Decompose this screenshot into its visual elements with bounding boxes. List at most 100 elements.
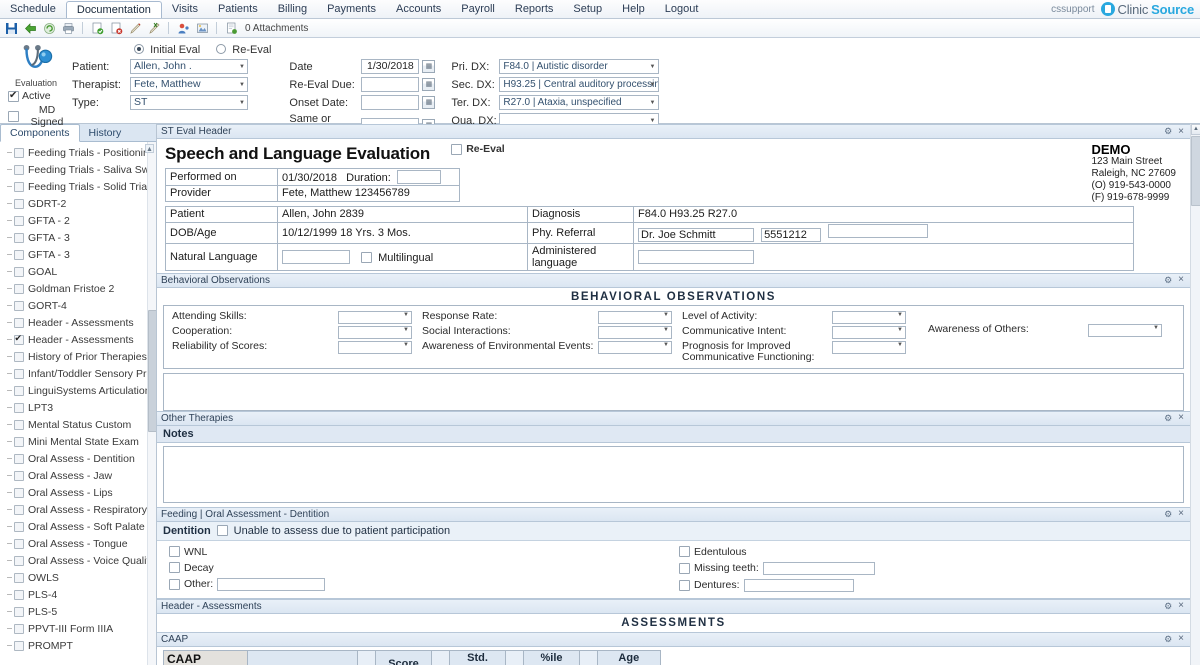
calendar-icon-date[interactable]: ▦: [422, 60, 436, 73]
missing-teeth-input[interactable]: [762, 561, 875, 575]
sidebar-item[interactable]: Mini Mental State Exam: [0, 433, 156, 450]
sidebar-item-checkbox[interactable]: [14, 436, 24, 447]
sidebar-item[interactable]: Header - Assessments: [0, 314, 156, 331]
document-scrollbar-thumb[interactable]: [1191, 136, 1200, 206]
sidebar-item-checkbox[interactable]: [14, 333, 24, 345]
menu-item-payments[interactable]: Payments: [317, 0, 386, 18]
image-icon[interactable]: [195, 21, 209, 35]
sidebar-item-checkbox[interactable]: [14, 147, 24, 158]
sidebar-item[interactable]: Oral Assess - Dentition: [0, 450, 156, 467]
sidebar-item-checkbox[interactable]: [14, 266, 24, 277]
patient-select[interactable]: Allen, John .: [130, 59, 248, 74]
type-select[interactable]: ST: [130, 95, 248, 110]
decay-checkbox[interactable]: [169, 562, 180, 573]
sidebar-item-checkbox[interactable]: [14, 215, 24, 226]
natural-language-input[interactable]: [282, 249, 350, 264]
administered-language-input[interactable]: [638, 249, 754, 264]
sidebar-item-checkbox[interactable]: [14, 589, 24, 600]
active-checkbox-row[interactable]: Active: [0, 90, 72, 102]
close-icon[interactable]: ×: [1178, 509, 1184, 519]
sign-icon[interactable]: [128, 21, 142, 35]
active-checkbox[interactable]: [8, 90, 19, 102]
sidebar-item[interactable]: Oral Assess - Voice Quality: [0, 552, 156, 569]
sidebar-item[interactable]: Oral Assess - Jaw: [0, 467, 156, 484]
print-icon[interactable]: [61, 21, 75, 35]
attachment-icon[interactable]: [224, 21, 238, 35]
sidebar-item[interactable]: Header - Assessments: [0, 331, 156, 348]
bo-attending-skills-select[interactable]: [338, 310, 412, 324]
sidebar-item[interactable]: PPVT-III Form IIIA: [0, 620, 156, 637]
sidebar-item[interactable]: Oral Assess - Lips: [0, 484, 156, 501]
sidebar-item-checkbox[interactable]: [14, 623, 24, 634]
ter-dx-select[interactable]: R27.0 | Ataxia, unspecified: [499, 95, 660, 110]
bo-reliability-select[interactable]: [338, 340, 412, 354]
undo-icon[interactable]: [42, 21, 56, 35]
delete-document-icon[interactable]: [109, 21, 123, 35]
sidebar-item-checkbox[interactable]: [14, 555, 24, 566]
menu-item-help[interactable]: Help: [612, 0, 655, 18]
sidebar-item-checkbox[interactable]: [14, 470, 24, 481]
sidebar-item[interactable]: PROMPT: [0, 637, 156, 654]
bo-level-activity-select[interactable]: [832, 310, 906, 324]
sidebar-scrollbar-thumb[interactable]: [148, 310, 156, 432]
md-signed-checkbox-row[interactable]: MD Signed: [0, 104, 72, 128]
sidebar-item-checkbox[interactable]: [14, 385, 24, 396]
phy-referral-extra-input[interactable]: [828, 223, 929, 238]
bo-prognosis-select[interactable]: [832, 340, 906, 354]
sidebar-item[interactable]: Feeding Trials - Saliva Swa: [0, 161, 156, 178]
sec-dx-select[interactable]: H93.25 | Central auditory processing d: [499, 77, 660, 92]
wnl-checkbox[interactable]: [169, 546, 180, 557]
sidebar-item-checkbox[interactable]: [14, 504, 24, 515]
gear-icon[interactable]: ⚙: [1164, 601, 1172, 611]
sidebar-item-checkbox[interactable]: [14, 402, 24, 413]
tab-history[interactable]: History: [80, 124, 131, 141]
dentures-checkbox[interactable]: [679, 579, 690, 591]
sidebar-item-checkbox[interactable]: [14, 487, 24, 498]
sidebar-item[interactable]: OWLS: [0, 569, 156, 586]
sidebar-item[interactable]: GDRT-2: [0, 195, 156, 212]
close-icon[interactable]: ×: [1178, 601, 1184, 611]
onset-date-input[interactable]: [361, 95, 420, 110]
save-icon[interactable]: [4, 21, 18, 35]
sidebar-item-checkbox[interactable]: [14, 572, 24, 583]
sidebar-item-checkbox[interactable]: [14, 232, 24, 243]
menu-item-patients[interactable]: Patients: [208, 0, 268, 18]
initial-eval-radio-option[interactable]: Initial Eval: [134, 44, 200, 56]
other-input[interactable]: [217, 577, 326, 591]
unable-to-assess-checkbox[interactable]: [216, 525, 228, 536]
gear-icon[interactable]: ⚙: [1164, 127, 1172, 136]
re-eval-radio[interactable]: [216, 44, 227, 54]
sidebar-item-checkbox[interactable]: [14, 538, 24, 549]
missing-teeth-checkbox[interactable]: [679, 562, 690, 574]
sidebar-item[interactable]: GFTA - 2: [0, 212, 156, 229]
re-eval-radio-option[interactable]: Re-Eval: [216, 44, 271, 56]
menu-item-reports[interactable]: Reports: [505, 0, 564, 18]
gear-icon[interactable]: ⚙: [1164, 509, 1172, 519]
close-icon[interactable]: ×: [1178, 413, 1184, 423]
sidebar-item[interactable]: LinguiSystems Articulation: [0, 382, 156, 399]
bo-communicative-intent-select[interactable]: [832, 325, 906, 339]
sidebar-item-checkbox[interactable]: [14, 351, 24, 362]
menu-item-schedule[interactable]: Schedule: [0, 0, 66, 18]
duration-input[interactable]: [396, 169, 441, 184]
re-eval-due-input[interactable]: [361, 77, 420, 92]
sidebar-item[interactable]: GFTA - 3: [0, 229, 156, 246]
other-checkbox[interactable]: [169, 578, 180, 590]
bo-response-rate-select[interactable]: [598, 310, 672, 324]
dentures-input[interactable]: [743, 578, 854, 592]
sidebar-item[interactable]: PLS-4: [0, 586, 156, 603]
sidebar-scrollbar[interactable]: [147, 142, 156, 665]
sidebar-item-checkbox[interactable]: [14, 198, 24, 209]
gear-icon[interactable]: ⚙: [1164, 275, 1172, 285]
close-icon[interactable]: ×: [1178, 275, 1184, 285]
calendar-icon-onset-date[interactable]: ▦: [422, 96, 436, 109]
scroll-up-icon[interactable]: ▲: [1191, 124, 1200, 135]
sidebar-item-checkbox[interactable]: [14, 164, 24, 175]
behavioral-observations-notes[interactable]: [163, 372, 1184, 411]
attachments-count-label[interactable]: 0 Attachments: [245, 23, 308, 34]
sidebar-item[interactable]: Goldman Fristoe 2: [0, 280, 156, 297]
close-icon[interactable]: ×: [1178, 634, 1184, 644]
sidebar-item[interactable]: Feeding Trials - Positioning: [0, 144, 156, 161]
notes-textarea[interactable]: [163, 445, 1184, 503]
sidebar-item-checkbox[interactable]: [14, 317, 24, 328]
